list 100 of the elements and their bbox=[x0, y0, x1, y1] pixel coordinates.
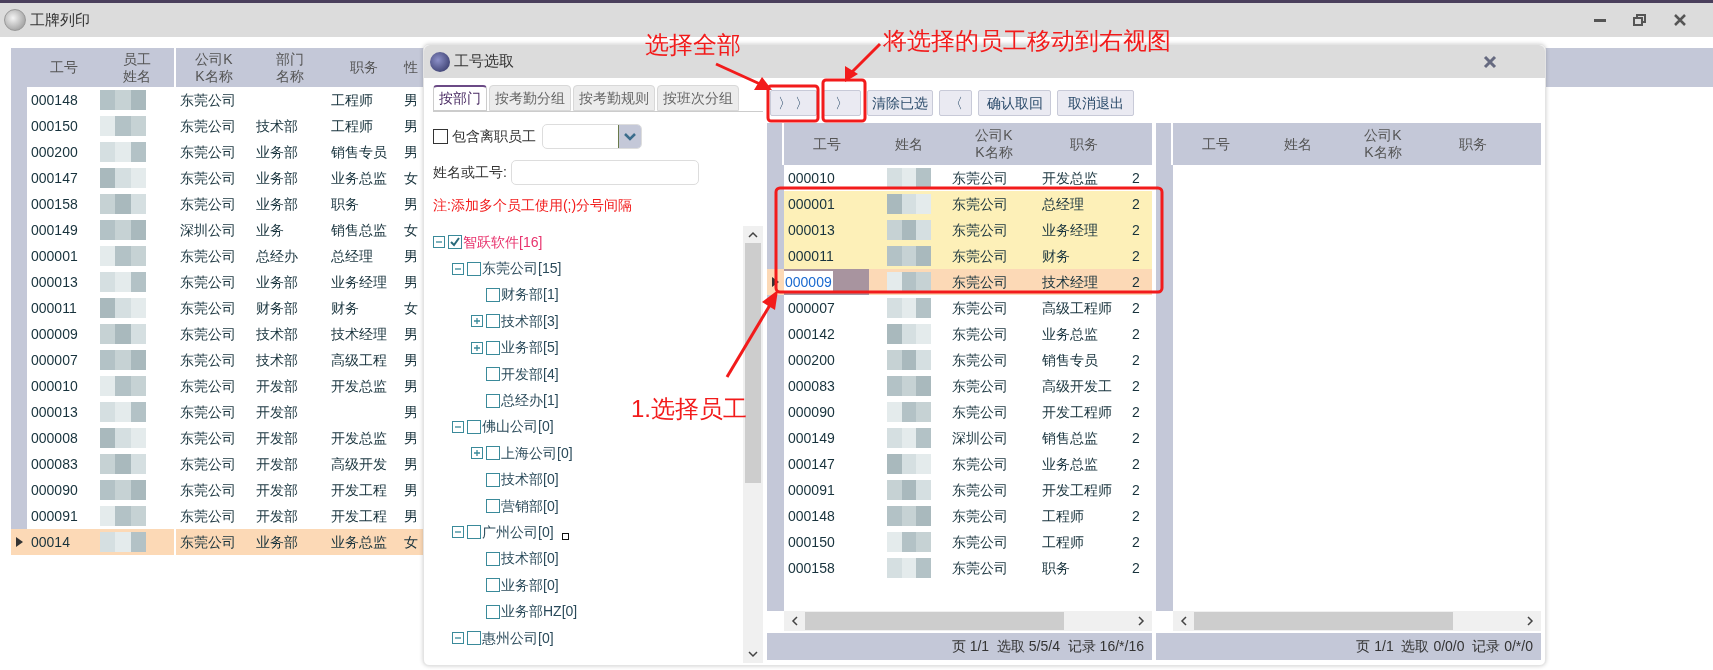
table-cell-text: 000011 bbox=[787, 246, 835, 266]
table-cell-text: 东莞公司 bbox=[179, 506, 237, 526]
table-cell-text: 开发部 bbox=[255, 506, 299, 526]
table-cell-text: 东莞公司 bbox=[179, 324, 237, 344]
table-cell-text: 000090 bbox=[30, 480, 79, 500]
table-cell-text: 女 bbox=[403, 168, 419, 188]
table-cell-text: 销售专员 bbox=[330, 142, 388, 162]
table-cell-text: 业务部 bbox=[255, 272, 299, 292]
table-cell-text: 技术部 bbox=[255, 116, 299, 136]
table-cell-text: 开发工程 bbox=[330, 480, 388, 500]
table-cell-text: 2 bbox=[1131, 532, 1141, 552]
table-cell-text: 工程师 bbox=[330, 90, 374, 110]
table-cell-text: 业务经理 bbox=[330, 272, 388, 292]
table-cell-text: 东莞公司 bbox=[951, 272, 1009, 292]
table-cell-text: 女 bbox=[403, 532, 419, 552]
table-cell-text: 000142 bbox=[787, 324, 836, 344]
table-cell-text: 东莞公司 bbox=[951, 480, 1009, 500]
column-header: 部门名称 bbox=[275, 50, 304, 85]
table-cell-text: 东莞公司 bbox=[951, 402, 1009, 422]
table-cell-text: 000001 bbox=[787, 194, 836, 214]
table-cell-text: 2 bbox=[1131, 454, 1141, 474]
table-cell-text: 业务部 bbox=[255, 168, 299, 188]
table-cell-text: 开发总监 bbox=[1041, 168, 1099, 188]
table-cell-text: 东莞公司 bbox=[179, 402, 237, 422]
column-header: 性 bbox=[404, 59, 418, 76]
table-cell-text: 00014 bbox=[30, 532, 71, 552]
table-cell-text: 000009 bbox=[30, 324, 79, 344]
table-cell-text: 东莞公司 bbox=[179, 454, 237, 474]
table-cell-text: 男 bbox=[403, 272, 419, 292]
table-cell-text: 高级工程 bbox=[330, 350, 388, 370]
table-cell-text: 男 bbox=[403, 90, 419, 110]
table-cell-text: 业务总监 bbox=[330, 168, 388, 188]
table-cell-text: 男 bbox=[403, 324, 419, 344]
table-cell-text: 2 bbox=[1131, 350, 1141, 370]
table-cell-text: 技术部 bbox=[255, 324, 299, 344]
table-cell-text: 东莞公司 bbox=[179, 480, 237, 500]
table-cell-text: 000091 bbox=[30, 506, 79, 526]
annotation-text: 选择全部 bbox=[645, 30, 741, 60]
table-cell-text: 2 bbox=[1131, 220, 1141, 240]
note-text: 注:添加多个员工使用(;)分号间隔 bbox=[433, 196, 634, 215]
table-cell-text: 开发部 bbox=[255, 428, 299, 448]
table-cell-text: 2 bbox=[1131, 194, 1141, 214]
table-cell-text: 000200 bbox=[787, 350, 836, 370]
column-header: 工号 bbox=[1201, 135, 1230, 153]
table-cell-text: 东莞公司 bbox=[951, 558, 1009, 578]
table-cell-text: 000150 bbox=[30, 116, 79, 136]
column-header: 职务 bbox=[1459, 135, 1487, 153]
table-cell-text: 000150 bbox=[787, 532, 836, 552]
table-cell-text: 2 bbox=[1131, 168, 1141, 188]
table-cell-text: 开发部 bbox=[255, 376, 299, 396]
table-cell-text: 东莞公司 bbox=[951, 194, 1009, 214]
table-cell-text: 财务 bbox=[1041, 246, 1071, 266]
table-cell-text: 男 bbox=[403, 116, 419, 136]
table-cell-text: 开发工程师 bbox=[1041, 402, 1113, 422]
table-cell-text: 开发总监 bbox=[330, 376, 388, 396]
table-cell-text: 000148 bbox=[787, 506, 836, 526]
table-cell-text: 男 bbox=[403, 480, 419, 500]
table-cell-text: 东莞公司 bbox=[951, 298, 1009, 318]
table-cell-text: 2 bbox=[1131, 428, 1141, 448]
table-cell-text: 东莞公司 bbox=[951, 532, 1009, 552]
table-cell-text: 2 bbox=[1131, 402, 1141, 422]
column-header: 工号 bbox=[49, 59, 78, 76]
column-header: 公司KK名称 bbox=[1364, 127, 1402, 161]
table-cell-text: 东莞公司 bbox=[179, 298, 237, 318]
table-cell-text: 财务 bbox=[330, 298, 360, 318]
table-cell-text: 总经理 bbox=[330, 246, 374, 266]
table-cell-text: 2 bbox=[1131, 480, 1141, 500]
table-cell-text: 开发部 bbox=[255, 454, 299, 474]
table-cell-text: 000091 bbox=[787, 480, 836, 500]
table-cell-text: 东莞公司 bbox=[951, 376, 1009, 396]
column-header: 工号 bbox=[812, 135, 841, 153]
table-cell-text: 女 bbox=[403, 220, 419, 240]
table-cell-text: 业务部 bbox=[255, 142, 299, 162]
table-cell-text: 工程师 bbox=[1041, 506, 1085, 526]
table-cell-text: 2 bbox=[1131, 298, 1141, 318]
table-cell-text: 东莞公司 bbox=[179, 168, 237, 188]
table-cell-text: 2 bbox=[1131, 272, 1141, 292]
table-cell-text: 职务 bbox=[1041, 558, 1071, 578]
table-cell-text: 男 bbox=[403, 506, 419, 526]
table-cell-text: 东莞公司 bbox=[179, 116, 237, 136]
annotation-text: 1.选择员工 bbox=[631, 394, 747, 424]
table-cell-text: 000149 bbox=[787, 428, 836, 448]
table-cell-text: 东莞公司 bbox=[951, 350, 1009, 370]
table-cell-text: 男 bbox=[403, 402, 419, 422]
table-cell-text: 2 bbox=[1131, 506, 1141, 526]
column-header: 员工姓名 bbox=[122, 50, 152, 85]
table-cell-text: 000010 bbox=[787, 168, 836, 188]
dialog-title: 工号选取 bbox=[454, 51, 514, 72]
table-cell-text: 东莞公司 bbox=[951, 454, 1009, 474]
table-cell-text: 业务部 bbox=[255, 194, 299, 214]
table-cell-text: 业务总监 bbox=[1041, 324, 1099, 344]
table-cell-text: 东莞公司 bbox=[179, 376, 237, 396]
table-cell-text: 技术经理 bbox=[330, 324, 388, 344]
table-cell-text: 000013 bbox=[787, 220, 836, 240]
table-cell-text: 开发工程师 bbox=[1041, 480, 1113, 500]
table-cell-text: 高级开发 bbox=[330, 454, 388, 474]
table-cell-text: 工程师 bbox=[330, 116, 374, 136]
table-cell-text: 开发部 bbox=[255, 480, 299, 500]
table-cell-text: 000149 bbox=[30, 220, 79, 240]
table-cell-text: 开发部 bbox=[255, 402, 299, 422]
